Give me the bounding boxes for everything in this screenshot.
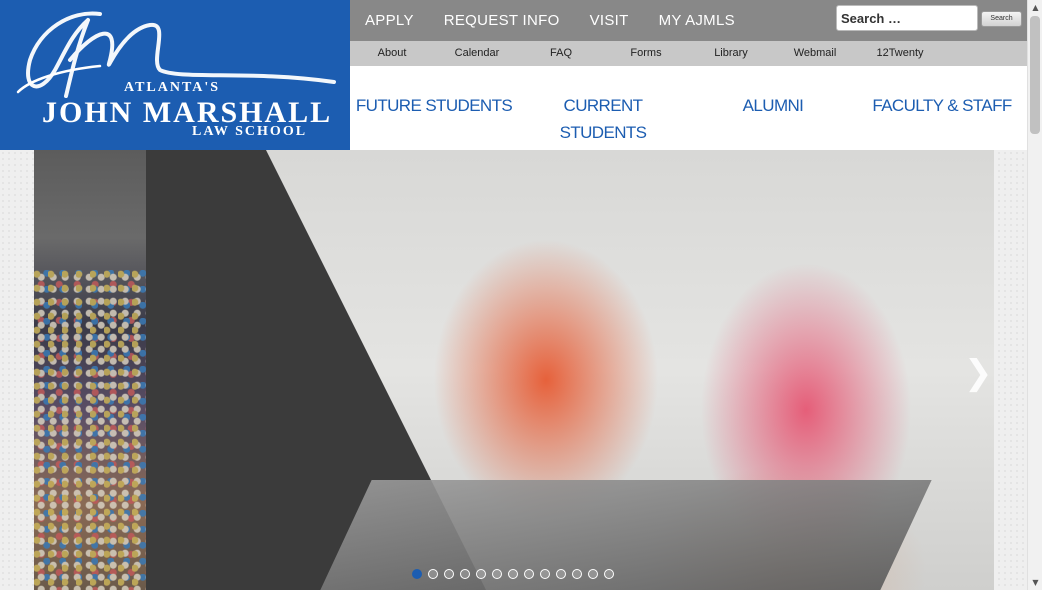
nav-current-students[interactable]: CURRENT STUDENTS <box>518 92 688 146</box>
audience-nav: FUTURE STUDENTS CURRENT STUDENTS ALUMNI … <box>350 66 1027 150</box>
slider-dot[interactable] <box>444 569 454 579</box>
slider-dot[interactable] <box>524 569 534 579</box>
scroll-up-arrow-icon[interactable]: ▲ <box>1028 0 1042 15</box>
nav-my-ajmls[interactable]: MY AJMLS <box>659 12 735 29</box>
utility-link-faq[interactable]: FAQ <box>550 47 572 59</box>
scroll-thumb[interactable] <box>1030 16 1040 134</box>
utility-link-webmail[interactable]: Webmail <box>794 47 837 59</box>
utility-nav: About Calendar FAQ Forms Library Webmail… <box>350 41 1027 66</box>
site-logo[interactable]: ATLANTA'S JOHN MARSHALL LAW SCHOOL <box>0 0 350 150</box>
nav-apply[interactable]: APPLY <box>365 12 414 29</box>
slider-dot[interactable] <box>476 569 486 579</box>
utility-link-library[interactable]: Library <box>714 47 748 59</box>
nav-future-students[interactable]: FUTURE STUDENTS <box>349 92 519 119</box>
utility-link-about[interactable]: About <box>378 47 407 59</box>
nav-alumni[interactable]: ALUMNI <box>688 92 858 119</box>
slider-dot[interactable] <box>540 569 550 579</box>
slider-dot[interactable] <box>588 569 598 579</box>
slider-pagination <box>412 569 614 579</box>
slider-dot[interactable] <box>492 569 502 579</box>
top-bar: APPLY REQUEST INFO VISIT MY AJMLS Search <box>350 0 1027 41</box>
slide-image-laptop <box>146 150 994 590</box>
slider-dot[interactable] <box>412 569 422 579</box>
slider-dot[interactable] <box>572 569 582 579</box>
scroll-down-arrow-icon[interactable]: ▼ <box>1028 575 1042 590</box>
search-button[interactable]: Search <box>981 11 1022 27</box>
slider-dot[interactable] <box>604 569 614 579</box>
search-input[interactable] <box>836 5 978 31</box>
slider-dot[interactable] <box>428 569 438 579</box>
logo-line-law-school: LAW SCHOOL <box>192 124 308 139</box>
chevron-right-icon[interactable]: ❯ <box>964 356 993 390</box>
nav-faculty-staff[interactable]: FACULTY & STAFF <box>857 92 1027 119</box>
utility-link-forms[interactable]: Forms <box>630 47 661 59</box>
slide-image-graduation-crowd <box>34 150 146 590</box>
slider-dot[interactable] <box>556 569 566 579</box>
logo-line-atlantas: ATLANTA'S <box>124 80 221 95</box>
slider-dot[interactable] <box>460 569 470 579</box>
page-scrollbar[interactable]: ▲ ▼ <box>1027 0 1042 590</box>
nav-request-info[interactable]: REQUEST INFO <box>444 12 560 29</box>
utility-link-12twenty[interactable]: 12Twenty <box>876 47 923 59</box>
top-nav: APPLY REQUEST INFO VISIT MY AJMLS <box>350 0 750 41</box>
utility-link-calendar[interactable]: Calendar <box>455 47 500 59</box>
nav-visit[interactable]: VISIT <box>590 12 629 29</box>
hero-slider: ❯ <box>34 150 994 590</box>
slider-dot[interactable] <box>508 569 518 579</box>
